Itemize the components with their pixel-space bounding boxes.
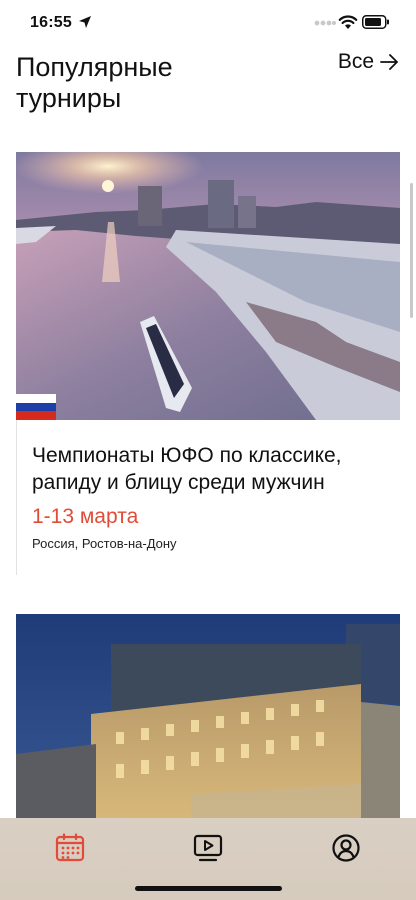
tournament-photo-hotel-night	[16, 614, 400, 824]
see-all-link[interactable]: Все	[338, 50, 400, 74]
russia-flag-icon	[16, 394, 56, 420]
scroll-indicator	[410, 183, 413, 318]
home-indicator	[135, 886, 282, 891]
see-all-label: Все	[337, 50, 374, 73]
tab-profile[interactable]	[328, 830, 364, 866]
wifi-icon	[338, 15, 358, 29]
tournament-info: Чемпионаты ЮФО по классике, рапиду и бли…	[32, 442, 392, 551]
profile-icon	[332, 834, 360, 862]
tournament-photo-river-city	[16, 152, 400, 420]
tournament-dates: 1-13 марта	[32, 505, 139, 528]
video-play-icon	[193, 834, 223, 862]
tournament-card[interactable]: Чемпионаты ЮФО по классике, рапиду и бли…	[16, 152, 400, 575]
flag-stripe-white	[16, 394, 56, 403]
tab-video[interactable]	[190, 830, 226, 866]
flag-stripe-red	[16, 411, 56, 420]
location-arrow-icon	[79, 16, 91, 28]
tournament-title: Чемпионаты ЮФО по классике, рапиду и бли…	[32, 444, 342, 494]
flag-stripe-blue	[16, 402, 56, 412]
card-divider	[16, 420, 17, 575]
cellular-signal-icon	[314, 20, 336, 26]
tournament-card[interactable]	[16, 614, 400, 824]
section-title: Популярные турниры	[16, 52, 173, 113]
arrow-right-icon	[380, 54, 398, 70]
tab-calendar[interactable]	[52, 830, 88, 866]
battery-icon	[362, 15, 389, 29]
calendar-icon	[55, 833, 85, 862]
status-bar: 16:55	[0, 0, 416, 46]
status-time: 16:55	[30, 14, 72, 31]
tournament-location: Россия, Ростов-на-Дону	[32, 536, 177, 551]
